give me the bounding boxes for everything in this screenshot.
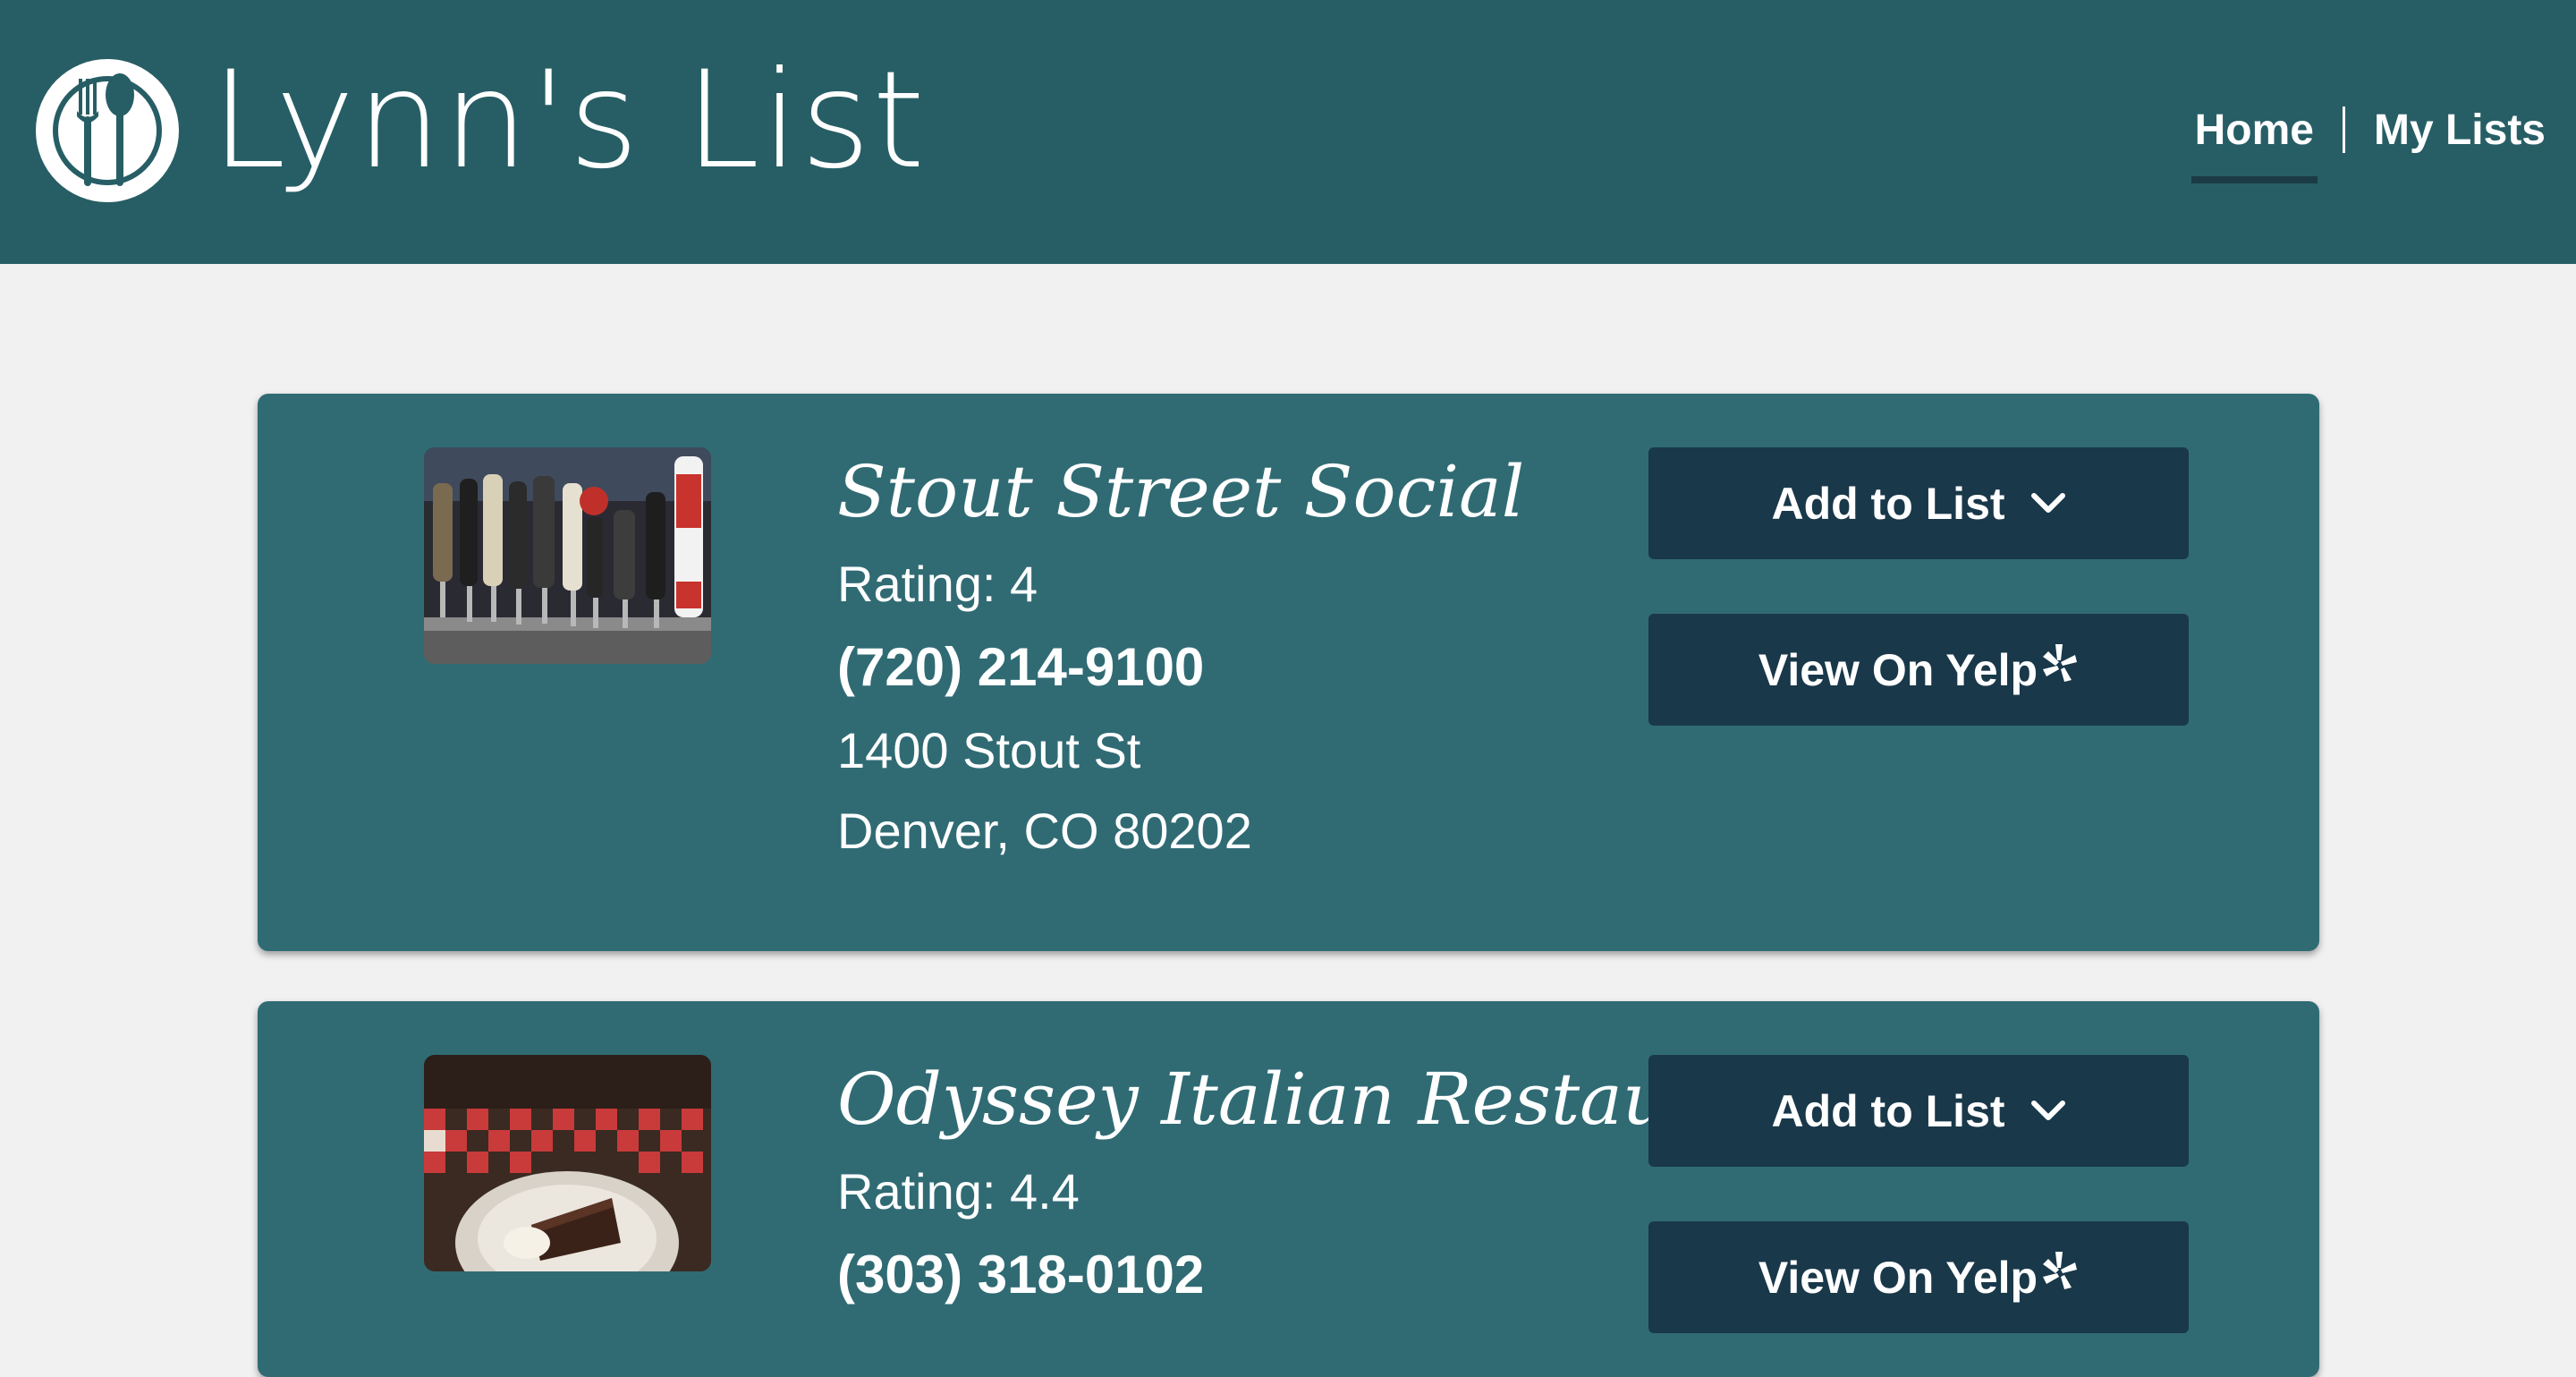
restaurant-info: Stout Street Social Rating: 4 (720) 214-… xyxy=(837,447,1524,871)
yelp-icon xyxy=(2039,642,2079,684)
site-header: Lynn's List Home My Lists xyxy=(0,0,2576,264)
add-to-list-label: Add to List xyxy=(1771,1085,2005,1136)
main-nav: Home My Lists xyxy=(2190,98,2549,183)
restaurant-rating: Rating: 4 xyxy=(837,556,1038,612)
add-to-list-label: Add to List xyxy=(1771,478,2005,529)
brand-name[interactable]: Lynn's List xyxy=(211,45,927,197)
nav-home[interactable]: Home xyxy=(2190,106,2318,183)
address-line-2: Denver, CO 80202 xyxy=(837,803,1252,859)
add-to-list-button[interactable]: Add to List xyxy=(1648,447,2189,559)
restaurant-card: Stout Street Social Rating: 4 (720) 214-… xyxy=(258,394,2319,951)
add-to-list-button[interactable]: Add to List xyxy=(1648,1055,2189,1167)
chevron-down-icon xyxy=(2030,1100,2066,1123)
yelp-icon xyxy=(2039,1250,2079,1291)
nav-my-lists[interactable]: My Lists xyxy=(2370,106,2549,155)
restaurant-photo xyxy=(424,447,711,664)
view-on-yelp-button[interactable]: View On Yelp xyxy=(1648,614,2189,726)
restaurant-phone: (720) 214-9100 xyxy=(837,637,1205,697)
chevron-down-icon xyxy=(2030,492,2066,515)
restaurant-name: Stout Street Social xyxy=(837,450,1525,533)
view-on-yelp-button[interactable]: View On Yelp xyxy=(1648,1221,2189,1333)
fork-spoon-plate-icon[interactable] xyxy=(32,54,182,208)
view-on-yelp-label: View On Yelp xyxy=(1758,644,2038,695)
view-on-yelp-label: View On Yelp xyxy=(1758,1252,2038,1303)
restaurant-card: Odyssey Italian Restaurant Rating: 4.4 (… xyxy=(258,1001,2319,1377)
restaurant-photo xyxy=(424,1055,711,1271)
address-line-1: 1400 Stout St xyxy=(837,722,1141,778)
nav-divider xyxy=(2342,106,2345,153)
